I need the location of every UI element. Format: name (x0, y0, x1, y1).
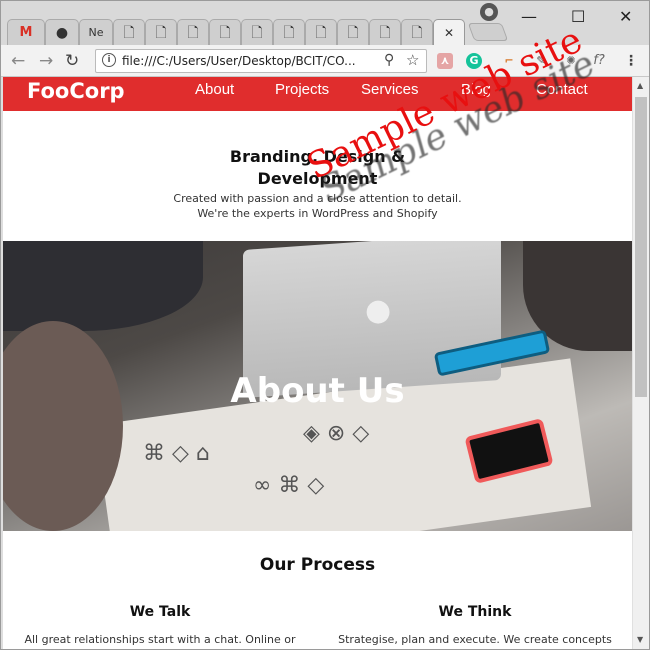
close-window-icon[interactable]: ✕ (619, 7, 632, 26)
document-icon: 🗋 (219, 24, 231, 41)
new-tab-button[interactable] (467, 23, 509, 41)
tab-doc[interactable]: 🗋 (145, 19, 177, 45)
maximize-icon[interactable]: ☐ (571, 7, 585, 26)
tab-doc[interactable]: 🗋 (177, 19, 209, 45)
forward-arrow-icon[interactable]: → (39, 51, 53, 71)
tab-active[interactable]: ✕ (433, 19, 465, 45)
tab-new[interactable]: Ne (79, 19, 113, 45)
col-we-think-text: Strategise, plan and execute. We create … (338, 633, 612, 646)
scroll-down-icon[interactable]: ▼ (637, 635, 643, 644)
subtitle-line-2: We're the experts in WordPress and Shopi… (197, 207, 438, 220)
tab-close-icon[interactable]: ✕ (444, 26, 454, 40)
document-icon: 🗋 (411, 24, 423, 41)
col-we-think-title: We Think (438, 604, 512, 620)
nav-services[interactable]: Services (361, 81, 419, 98)
info-icon[interactable]: i (102, 53, 116, 67)
hero-image: ● ⌘ ◇ ⌂ ◈ ⊗ ◇ ∞ ⌘ ◇ About Us (3, 241, 632, 531)
profile-icon[interactable]: ● (480, 3, 498, 21)
document-icon: 🗋 (155, 24, 167, 41)
document-icon: 🗋 (123, 24, 135, 41)
tab-gmail[interactable]: M (7, 19, 45, 45)
tab-doc[interactable]: 🗋 (209, 19, 241, 45)
github-icon: ● (55, 24, 69, 41)
tab-doc[interactable]: 🗋 (337, 19, 369, 45)
tab-doc[interactable]: 🗋 (369, 19, 401, 45)
tab-doc[interactable]: 🗋 (273, 19, 305, 45)
col-we-talk-text: All great relationships start with a cha… (24, 633, 296, 646)
reload-icon[interactable]: ↻ (65, 51, 79, 71)
document-icon: 🗋 (315, 24, 327, 41)
document-icon: 🗋 (283, 24, 295, 41)
document-icon: 🗋 (347, 24, 359, 41)
tab-doc[interactable]: 🗋 (401, 19, 433, 45)
site-logo[interactable]: FooCorp (27, 79, 125, 103)
process-title: Our Process (259, 555, 376, 575)
address-bar[interactable]: i file:///C:/Users/User/Desktop/BCIT/CO.… (95, 49, 427, 73)
tab-doc[interactable]: 🗋 (305, 19, 337, 45)
scroll-up-icon[interactable]: ▲ (637, 81, 643, 90)
sketch-icon: ⌘ ◇ ⌂ (143, 441, 210, 466)
subtitle-line-1: Created with passion and a close attenti… (173, 192, 462, 205)
page-scrollbar[interactable]: ▲ ▼ (632, 77, 649, 649)
scroll-thumb[interactable] (635, 97, 647, 397)
tab-label: Ne (88, 26, 104, 39)
browser-window: M ● Ne 🗋 🗋 🗋 🗋 🗋 🗋 🗋 🗋 🗋 🗋 ✕ ● — ☐ ✕ ← →… (0, 0, 650, 650)
nav-projects[interactable]: Projects (275, 81, 329, 98)
col-we-talk-title: We Talk (129, 604, 191, 620)
document-icon: 🗋 (379, 24, 391, 41)
pdf-extension-icon[interactable]: ⋏ (437, 53, 453, 69)
menu-kebab-icon[interactable]: ⋮ (623, 53, 639, 69)
tab-doc[interactable]: 🗋 (241, 19, 273, 45)
hero-shadow (3, 241, 203, 331)
sketch-icon: ∞ ⌘ ◇ (253, 473, 325, 498)
minimize-icon[interactable]: — (521, 7, 537, 26)
sketch-icon: ◈ ⊗ ◇ (303, 421, 370, 446)
document-icon: 🗋 (187, 24, 199, 41)
back-arrow-icon[interactable]: ← (11, 51, 25, 71)
apple-logo-icon: ● (365, 293, 392, 328)
zoom-icon[interactable]: ⚲ (384, 52, 394, 68)
bookmark-star-icon[interactable]: ☆ (406, 51, 419, 69)
address-url: file:///C:/Users/User/Desktop/BCIT/CO... (122, 54, 356, 68)
tab-doc[interactable]: 🗋 (113, 19, 145, 45)
tab-github[interactable]: ● (45, 19, 79, 45)
nav-about[interactable]: About (195, 81, 234, 98)
hero-title: About Us (230, 371, 405, 411)
gmail-icon: M (19, 25, 33, 40)
document-icon: 🗋 (251, 24, 263, 41)
